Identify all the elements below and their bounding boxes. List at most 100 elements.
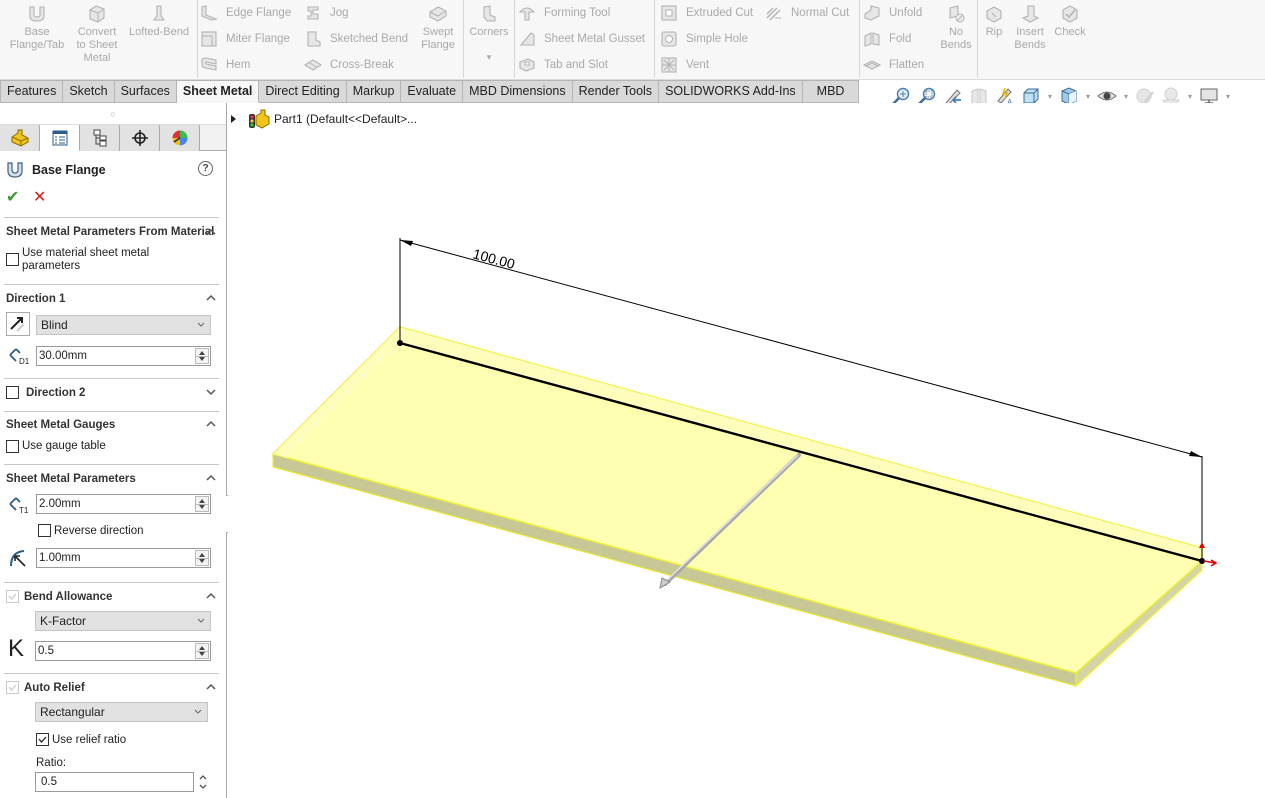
miter-flange-button[interactable]: Miter Flange: [200, 29, 290, 49]
tab-render-tools[interactable]: Render Tools: [572, 80, 660, 103]
hide-show-items-dropdown[interactable]: ▾: [1122, 92, 1130, 101]
section-title[interactable]: Auto Relief: [24, 682, 85, 694]
depth-input[interactable]: 30.00mm: [36, 346, 211, 366]
jog-button[interactable]: Jog: [304, 3, 349, 23]
ribbon-separator: [463, 0, 464, 78]
hem-button[interactable]: Hem: [200, 55, 250, 75]
k-factor-spinner[interactable]: [195, 643, 209, 659]
dimension-value[interactable]: 100.00: [471, 245, 517, 272]
panel-grip[interactable]: ○: [0, 103, 226, 125]
bend-allowance-type-dropdown[interactable]: K-Factor: [35, 611, 211, 631]
section-title[interactable]: Direction 1: [6, 293, 65, 305]
section-title[interactable]: Direction 2: [26, 387, 85, 399]
ribbon-separator: [977, 0, 978, 78]
base-flange-button[interactable]: Base Flange/Tab: [6, 4, 68, 52]
end-condition-dropdown[interactable]: Blind: [36, 315, 211, 335]
display-style-dropdown[interactable]: ▾: [1084, 92, 1092, 101]
relief-type-dropdown[interactable]: Rectangular: [35, 702, 208, 722]
section-sheet-metal-parameters: [4, 464, 219, 465]
relief-ratio-input[interactable]: 0.5: [35, 772, 194, 792]
sheet-metal-gusset-button[interactable]: Sheet Metal Gusset: [518, 29, 645, 49]
swept-flange-button[interactable]: Swept Flange: [416, 4, 460, 52]
cancel-button[interactable]: ✕: [33, 187, 46, 207]
chevron-up-icon[interactable]: [205, 419, 217, 429]
corners-dropdown-arrow[interactable]: ▾: [466, 51, 512, 64]
ok-button[interactable]: ✔: [6, 187, 19, 207]
simple-hole-label: Simple Hole: [686, 33, 748, 45]
chevron-up-icon[interactable]: [205, 293, 217, 303]
extruded-cut-button[interactable]: Extruded Cut: [660, 3, 753, 23]
relief-ratio-spinner[interactable]: [197, 772, 209, 792]
tab-sketch[interactable]: Sketch: [63, 80, 115, 103]
unfold-label: Unfold: [889, 7, 923, 19]
section-title[interactable]: Bend Allowance: [24, 591, 112, 603]
apply-scene-dropdown[interactable]: ▾: [1186, 92, 1194, 101]
direction-2-checkbox[interactable]: [6, 386, 19, 399]
convert-to-sheet-metal-button[interactable]: Convert to Sheet Metal: [72, 4, 122, 65]
no-bends-button[interactable]: No Bends: [938, 4, 974, 52]
lofted-bend-button[interactable]: Lofted-Bend: [126, 4, 192, 39]
display-manager-tab[interactable]: [160, 125, 200, 151]
chevron-up-icon[interactable]: [205, 473, 217, 483]
tab-solidworks-add-ins[interactable]: SOLIDWORKS Add-Ins: [659, 80, 803, 103]
use-material-params-checkbox[interactable]: [6, 253, 19, 266]
configuration-manager-icon: [93, 129, 106, 147]
chevron-up-icon[interactable]: [205, 682, 217, 692]
fold-button[interactable]: Fold: [863, 29, 911, 49]
section-title[interactable]: Sheet Metal Parameters: [6, 473, 136, 485]
cross-break-button[interactable]: Cross-Break: [304, 55, 394, 75]
depth-spinner[interactable]: [195, 348, 209, 364]
chevron-down-icon[interactable]: [205, 387, 217, 397]
check-mark-icon: [8, 593, 17, 600]
view-settings-dropdown[interactable]: ▾: [1224, 92, 1232, 101]
help-button[interactable]: ?: [198, 161, 213, 176]
view-orientation-dropdown[interactable]: ▾: [1046, 92, 1054, 101]
insert-bends-button[interactable]: Insert Bends: [1012, 4, 1048, 52]
section-title[interactable]: Sheet Metal Gauges: [6, 419, 115, 431]
thickness-input[interactable]: 2.00mm: [36, 494, 211, 514]
rip-button[interactable]: Rip: [982, 4, 1006, 39]
use-relief-ratio-checkbox[interactable]: [36, 733, 49, 746]
configuration-manager-tab[interactable]: [80, 125, 120, 151]
check-button[interactable]: Check: [1052, 4, 1088, 39]
k-factor-input[interactable]: 0.5: [35, 641, 211, 661]
expand-arrow-icon[interactable]: [231, 115, 236, 123]
tab-surfaces[interactable]: Surfaces: [114, 80, 177, 103]
edge-flange-button[interactable]: Edge Flange: [200, 3, 291, 23]
graphics-area[interactable]: 100.00 Part1 (Default<<Default>...: [228, 103, 1265, 798]
simple-hole-button[interactable]: Simple Hole: [660, 29, 748, 49]
forming-tool-button[interactable]: Forming Tool: [518, 3, 610, 23]
section-title[interactable]: Sheet Metal Parameters From Material: [6, 226, 214, 238]
bend-allowance-checkbox[interactable]: [6, 590, 19, 603]
normal-cut-button[interactable]: Normal Cut: [765, 3, 849, 23]
convert-sheet-metal-icon: [89, 5, 105, 23]
3d-model-view[interactable]: 100.00: [228, 103, 1265, 798]
tab-mbd-dimensions[interactable]: MBD Dimensions: [463, 80, 573, 103]
check-icon: [1062, 5, 1078, 23]
bend-radius-input[interactable]: 1.00mm: [36, 548, 211, 568]
property-manager-tab[interactable]: [40, 125, 80, 151]
thickness-spinner[interactable]: [195, 496, 209, 512]
reverse-direction-checkbox[interactable]: [38, 524, 51, 537]
tab-features[interactable]: Features: [0, 80, 64, 103]
chevron-up-icon[interactable]: [205, 591, 217, 601]
tab-markup[interactable]: Markup: [346, 80, 402, 103]
corners-button[interactable]: Corners ▾: [466, 4, 512, 64]
chevron-up-icon[interactable]: [205, 227, 217, 237]
tab-mbd[interactable]: MBD: [802, 80, 860, 103]
tab-direct-editing[interactable]: Direct Editing: [259, 80, 347, 103]
part-name-label[interactable]: Part1 (Default<<Default>...: [274, 112, 417, 126]
vent-button[interactable]: Vent: [660, 55, 709, 75]
flatten-button[interactable]: Flatten: [863, 55, 924, 75]
bend-radius-spinner[interactable]: [195, 550, 209, 566]
feature-manager-tab[interactable]: [0, 125, 40, 151]
sketched-bend-button[interactable]: Sketched Bend: [304, 29, 408, 49]
reverse-direction-button[interactable]: [6, 312, 30, 336]
tab-sheet-metal[interactable]: Sheet Metal: [176, 80, 260, 103]
use-gauge-table-checkbox[interactable]: [6, 440, 19, 453]
dimxpert-manager-tab[interactable]: [120, 125, 160, 151]
tab-evaluate[interactable]: Evaluate: [401, 80, 464, 103]
unfold-button[interactable]: Unfold: [863, 3, 922, 23]
auto-relief-checkbox[interactable]: [6, 681, 19, 694]
tab-and-slot-button[interactable]: Tab and Slot: [518, 55, 608, 75]
